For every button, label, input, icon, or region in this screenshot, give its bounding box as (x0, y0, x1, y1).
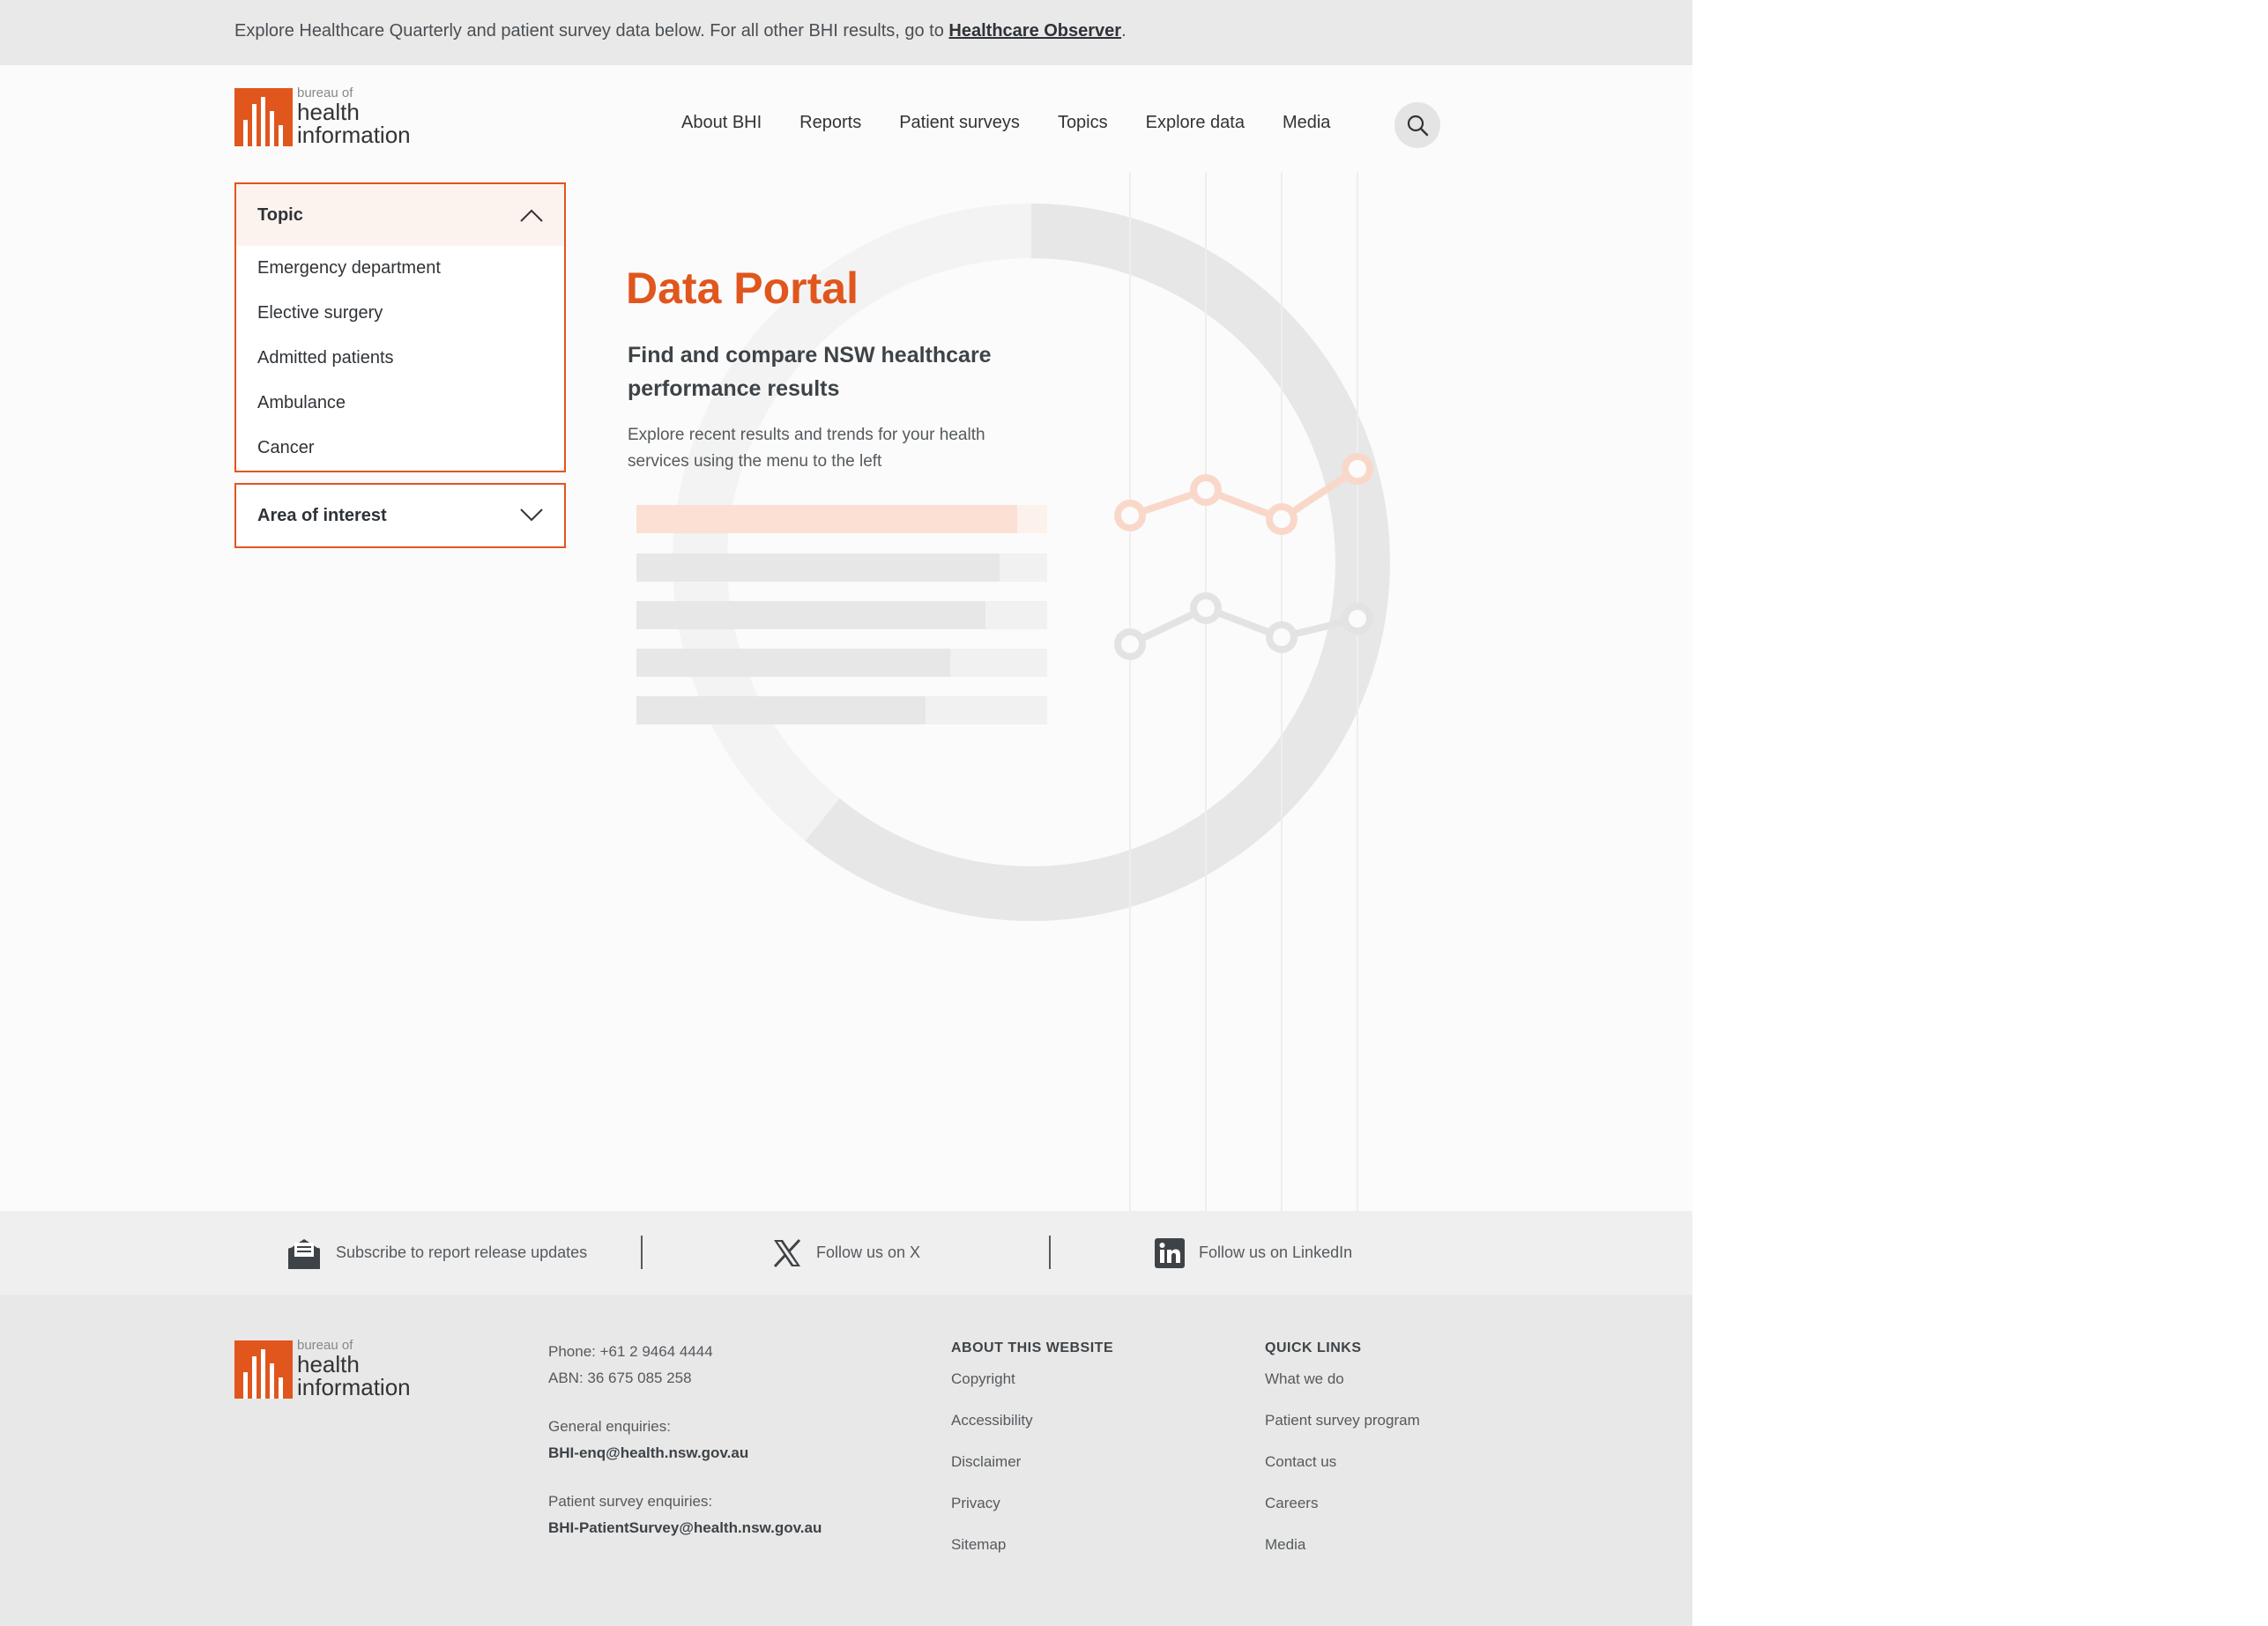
footer-link-media[interactable]: Media (1265, 1533, 1420, 1574)
topic-item-admitted-patients[interactable]: Admitted patients (236, 336, 564, 381)
page-description: Explore recent results and trends for yo… (628, 426, 985, 471)
logo-mark-icon (234, 1340, 293, 1399)
subscribe-link[interactable]: Subscribe to report release updates (286, 1211, 587, 1295)
page: Explore Healthcare Quarterly and patient… (0, 0, 1692, 1626)
topic-item-emergency-department[interactable]: Emergency department (236, 246, 564, 291)
footer-link-contact-us[interactable]: Contact us (1265, 1450, 1420, 1491)
divider (641, 1236, 643, 1269)
footer-survey-email[interactable]: BHI-PatientSurvey@health.nsw.gov.au (548, 1515, 822, 1541)
footer-phone: Phone: +61 2 9464 4444 (548, 1343, 713, 1360)
footer-general-label: General enquiries: (548, 1418, 671, 1435)
page-title: Data Portal (626, 264, 859, 313)
footer-link-careers[interactable]: Careers (1265, 1491, 1420, 1533)
footer-link-patient-survey-program[interactable]: Patient survey program (1265, 1408, 1420, 1450)
topic-item-cancer[interactable]: Cancer (236, 426, 564, 471)
topic-accordion: Topic Emergency department Elective surg… (234, 182, 566, 472)
footer-link-what-we-do[interactable]: What we do (1265, 1367, 1420, 1408)
footer: bureau of health information Phone: +61 … (0, 1295, 1692, 1626)
footer-link-copyright[interactable]: Copyright (951, 1367, 1113, 1408)
topic-label: Topic (257, 204, 303, 225)
area-of-interest-header[interactable]: Area of interest (236, 485, 564, 546)
logo-text: bureau of health information (297, 1338, 411, 1400)
footer-link-disclaimer[interactable]: Disclaimer (951, 1450, 1113, 1491)
area-of-interest-accordion: Area of interest (234, 483, 566, 548)
area-of-interest-label: Area of interest (257, 505, 387, 525)
linkedin-icon (1155, 1237, 1185, 1268)
follow-x-link[interactable]: Follow us on X (772, 1211, 920, 1295)
follow-linkedin-label: Follow us on LinkedIn (1199, 1244, 1353, 1261)
divider (1049, 1236, 1051, 1269)
footer-link-sitemap[interactable]: Sitemap (951, 1533, 1113, 1574)
footer-contact: Phone: +61 2 9464 4444 ABN: 36 675 085 2… (548, 1339, 822, 1541)
page-subtitle: Find and compare NSW healthcare performa… (628, 343, 992, 401)
x-logo-icon (773, 1238, 801, 1267)
chevron-down-icon (520, 509, 543, 522)
footer-quick-links-column: QUICK LINKS What we do Patient survey pr… (1265, 1340, 1420, 1574)
footer-link-accessibility[interactable]: Accessibility (951, 1408, 1113, 1450)
footer-about-heading: ABOUT THIS WEBSITE (951, 1340, 1114, 1355)
footer-survey-label: Patient survey enquiries: (548, 1493, 713, 1510)
footer-link-privacy[interactable]: Privacy (951, 1491, 1113, 1533)
envelope-icon (288, 1238, 320, 1269)
footer-quick-links-heading: QUICK LINKS (1265, 1340, 1362, 1355)
follow-linkedin-link[interactable]: Follow us on LinkedIn (1155, 1211, 1352, 1295)
footer-bhi-logo[interactable]: bureau of health information (234, 1339, 411, 1399)
subscribe-label: Subscribe to report release updates (336, 1244, 588, 1261)
blank-area (1692, 0, 2268, 1626)
footer-general-email[interactable]: BHI-enq@health.nsw.gov.au (548, 1440, 822, 1466)
footer-about-column: ABOUT THIS WEBSITE Copyright Accessibili… (951, 1340, 1113, 1574)
follow-x-label: Follow us on X (816, 1244, 921, 1261)
topic-item-ambulance[interactable]: Ambulance (236, 381, 564, 426)
chevron-up-icon (520, 209, 543, 222)
topic-accordion-header[interactable]: Topic (236, 184, 564, 246)
footer-abn: ABN: 36 675 085 258 (548, 1370, 692, 1386)
topic-item-elective-surgery[interactable]: Elective surgery (236, 291, 564, 336)
social-strip: Subscribe to report release updates Foll… (0, 1211, 1692, 1295)
